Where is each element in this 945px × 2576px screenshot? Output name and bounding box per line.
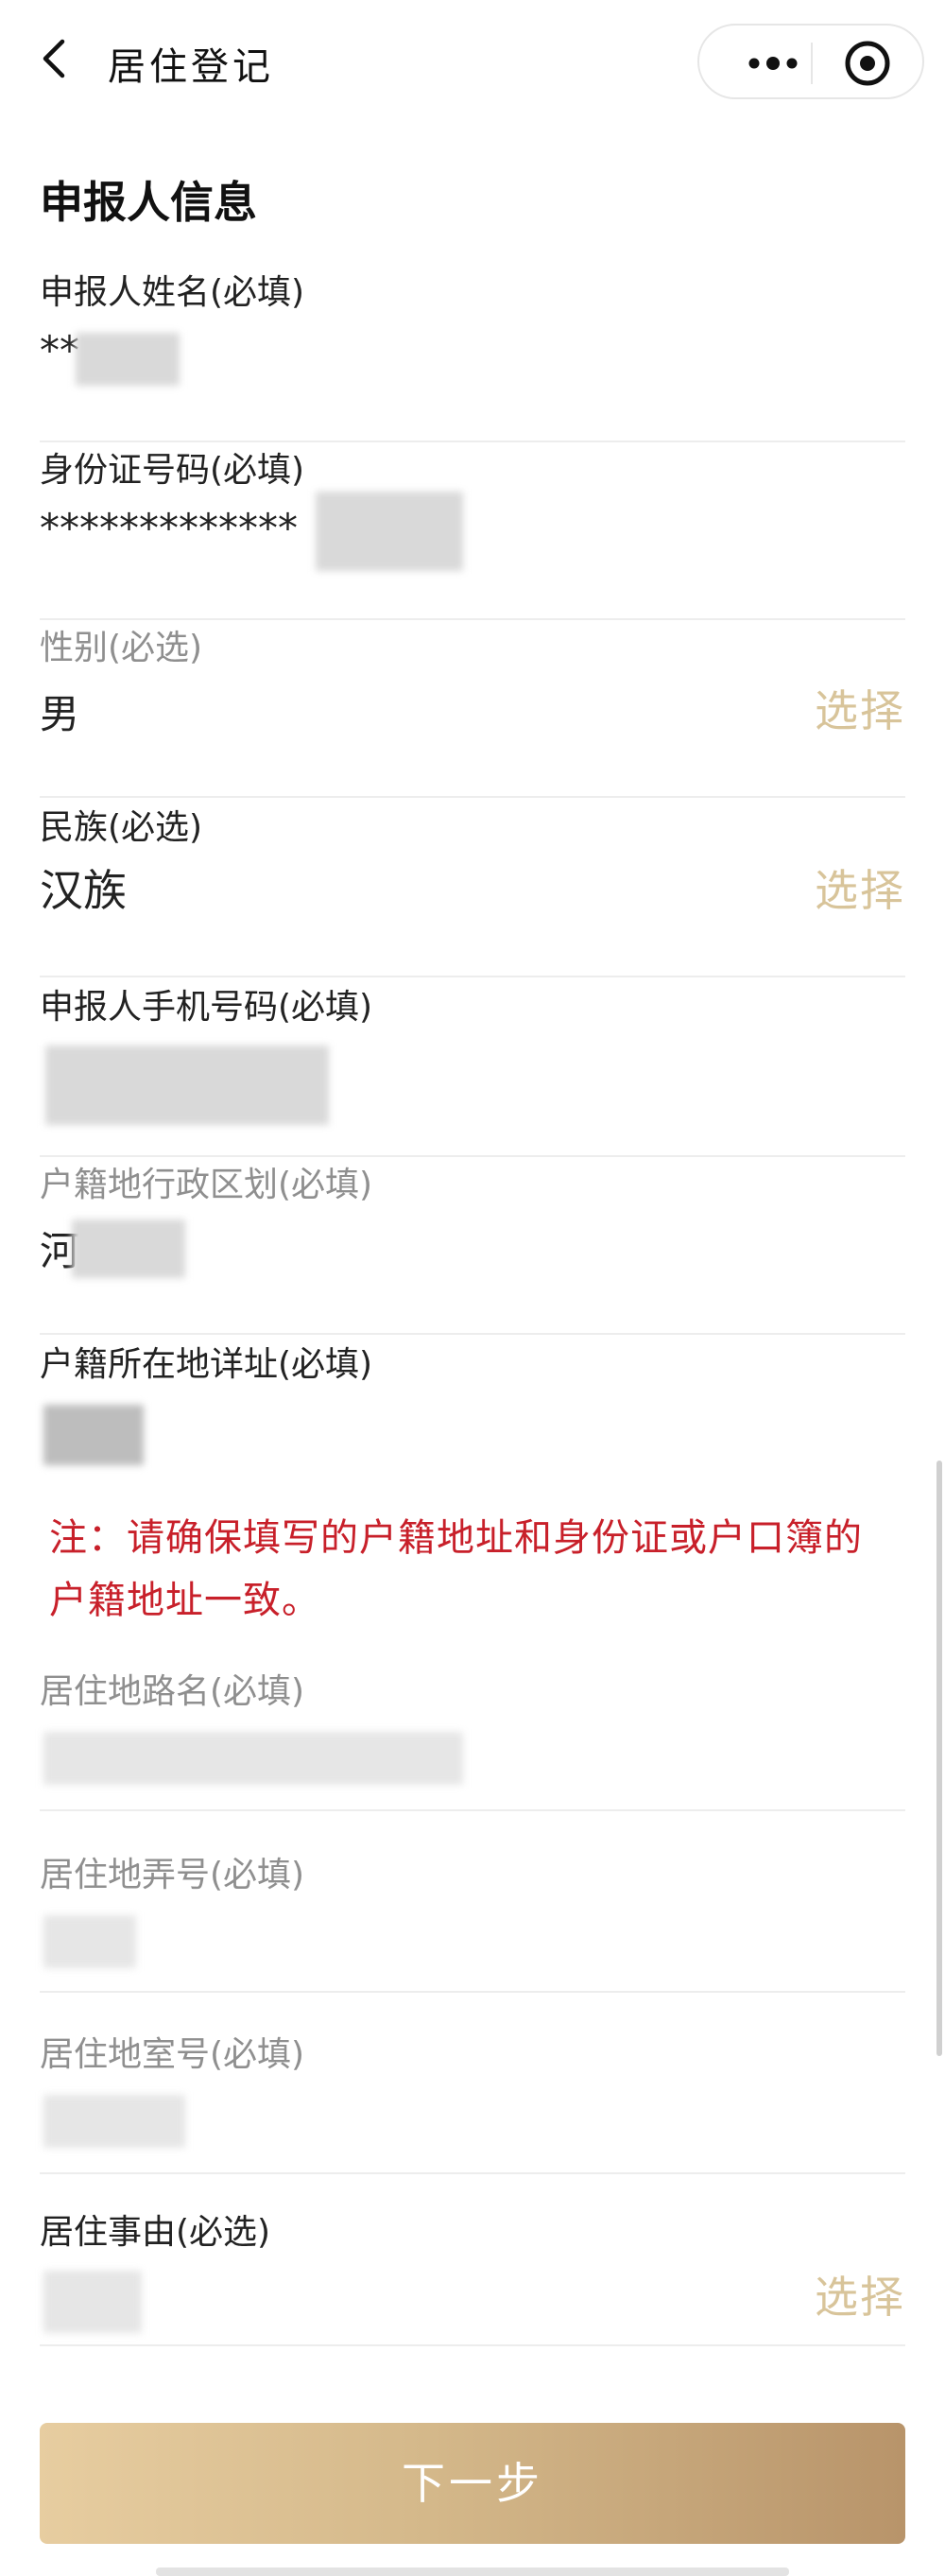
field-value: 汉族 [40,865,127,916]
residence-reason-field[interactable]: 居住事由(必选) 选择 [40,2204,905,2346]
field-label: 申报人手机号码(必填) [40,988,373,1027]
residence-road-field[interactable]: 居住地路名(必填) [40,1664,905,1811]
redaction-blur [72,1219,185,1278]
home-indicator [156,2567,789,2576]
field-label: 民族(必选) [40,808,203,847]
field-label: 居住地室号(必填) [40,2035,305,2074]
redaction-blur [316,492,463,571]
household-division-field[interactable]: 户籍地行政区划(必填) 河 [40,1157,905,1335]
id-number-field[interactable]: 身份证号码(必填) ************* [40,442,905,620]
redaction-blur [43,2095,185,2148]
redaction-blur [43,1405,144,1465]
redaction-blur [45,1046,329,1125]
warning-note: 注：请确保填写的户籍地址和身份证或户口簿的户籍地址一致。 [49,1516,863,1622]
select-button[interactable]: 选择 [815,856,905,919]
back-arrow-icon[interactable] [34,38,76,79]
field-label: 性别(必选) [40,629,203,667]
field-value: ** [40,327,79,373]
redaction-blur [76,333,180,386]
field-label: 申报人姓名(必填) [40,273,305,312]
residence-lane-field[interactable]: 居住地弄号(必填) [40,1847,905,1993]
navigation-bar: 居住登记 [0,0,945,123]
scrollbar[interactable] [936,1461,942,2056]
ethnicity-field[interactable]: 民族(必选) 汉族 选择 [40,800,905,977]
redaction-blur [43,1732,463,1785]
gender-field[interactable]: 性别(必选) 男 选择 [40,620,905,798]
field-label: 户籍地行政区划(必填) [40,1166,373,1204]
select-button[interactable]: 选择 [815,2263,905,2325]
page-title: 居住登记 [108,45,274,89]
redaction-blur [43,1915,136,1968]
phone-number-field[interactable]: 申报人手机号码(必填) [40,979,905,1157]
household-address-field[interactable]: 户籍所在地详址(必填) [40,1337,905,1488]
redaction-blur [43,2271,142,2333]
select-button[interactable]: 选择 [815,677,905,739]
next-step-button[interactable]: 下一步 [40,2423,905,2544]
field-label: 居住地路名(必填) [40,1672,305,1711]
field-label: 户籍所在地详址(必填) [40,1345,373,1384]
field-label: 身份证号码(必填) [40,451,305,490]
mini-program-capsule [697,24,924,99]
capsule-divider [811,43,813,84]
field-label: 居住地弄号(必填) [40,1856,305,1894]
section-title: 申报人信息 [40,177,257,228]
residence-room-field[interactable]: 居住地室号(必填) [40,2027,905,2174]
more-dots-icon[interactable] [728,44,822,82]
field-value: 男 [40,691,80,737]
applicant-name-field[interactable]: 申报人姓名(必填) ** [40,265,905,442]
field-label: 居住事由(必选) [40,2213,271,2252]
field-value: ************* [40,505,298,551]
close-target-icon[interactable] [841,37,894,90]
